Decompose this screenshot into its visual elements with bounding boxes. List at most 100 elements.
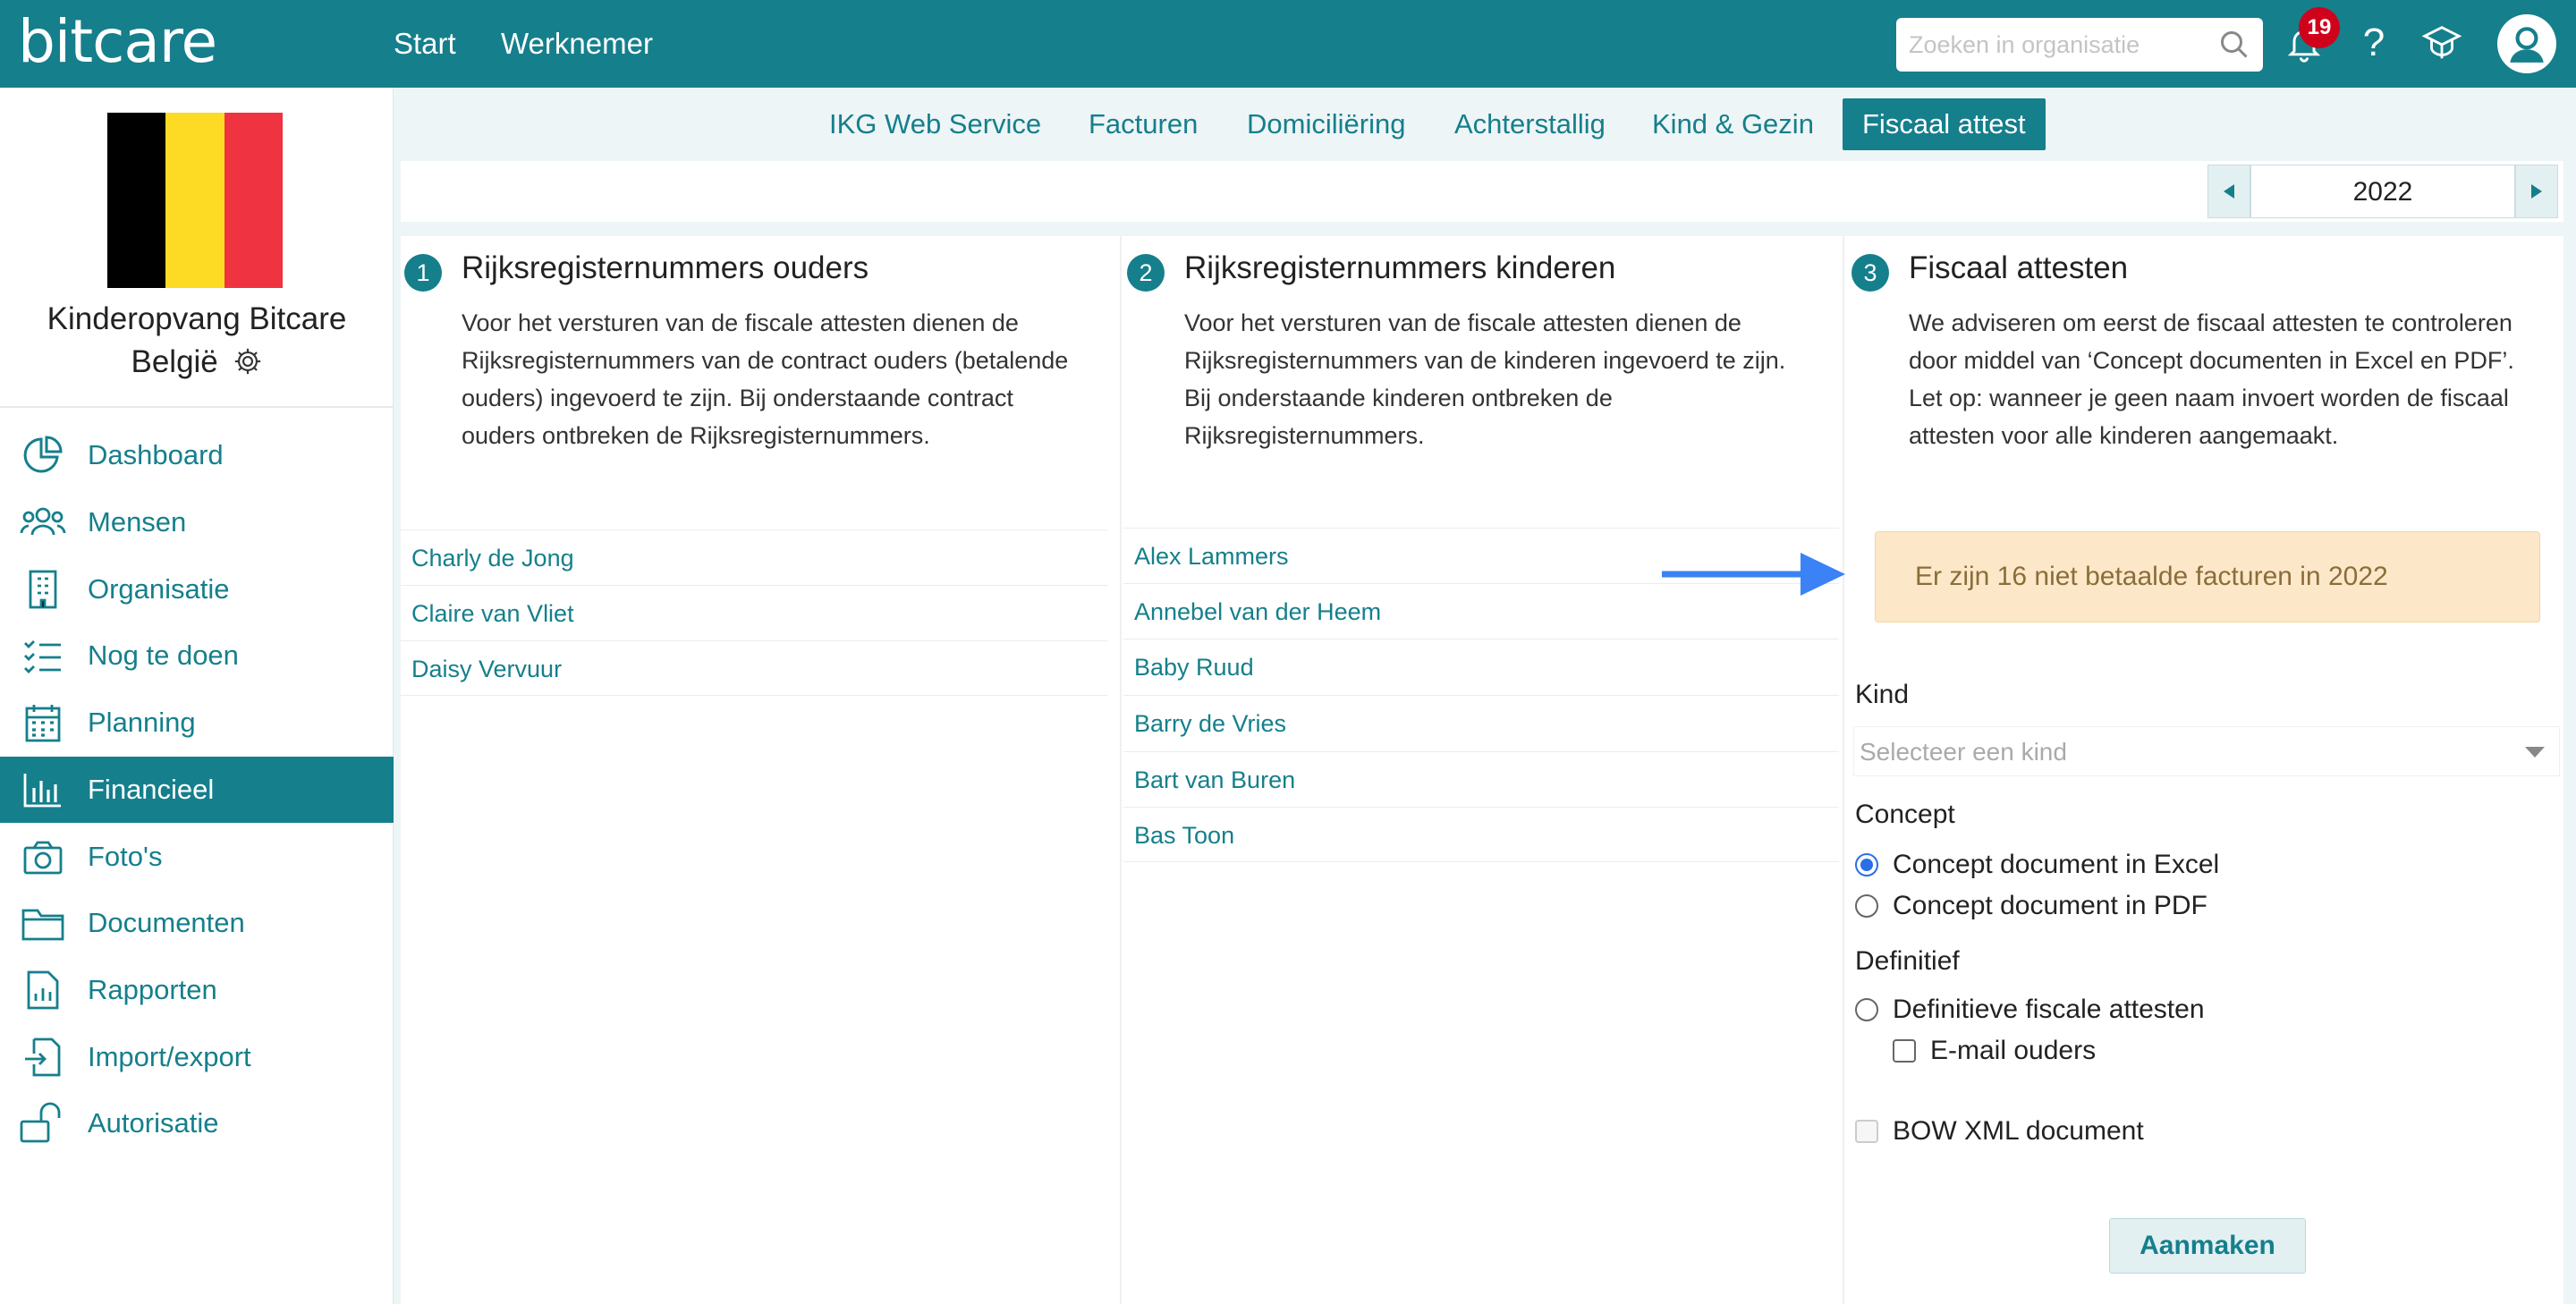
tab-domiciliering[interactable]: Domiciliëring [1234,98,1418,150]
list-item[interactable]: Bas Toon [1123,807,1839,862]
list-item[interactable]: Claire van Vliet [401,585,1107,640]
sidebar-item-label: Dashboard [88,439,224,470]
help-icon[interactable]: ? [2349,18,2399,68]
step-number: 2 [1127,254,1165,292]
concept-label: Concept [1855,800,1955,829]
search-icon[interactable] [2218,29,2250,61]
sidebar-item-nog-te-doen[interactable]: Nog te doen [0,622,394,689]
sidebar-item-organisatie[interactable]: Organisatie [0,556,394,622]
sidebar-item-fotos[interactable]: Foto's [0,824,394,890]
radio-button[interactable] [1855,998,1878,1021]
sidebar-item-rapporten[interactable]: Rapporten [0,957,394,1023]
search-input[interactable] [1896,18,2263,72]
sidebar-item-label: Financieel [88,774,215,805]
column-title: Rijksregisternummers kinderen [1184,250,1616,285]
caret-left-icon [2224,184,2234,199]
list-item[interactable]: Barry de Vries [1123,695,1839,750]
list-item[interactable]: Baby Ruud [1123,639,1839,694]
list-item[interactable]: Daisy Vervuur [401,640,1107,696]
checkbox [1855,1120,1878,1143]
next-year-button[interactable] [2515,165,2558,218]
radio-button[interactable] [1855,853,1878,876]
nav-werknemer[interactable]: Werknemer [501,27,653,61]
column-children: 2 Rijksregisternummers kinderen Voor het… [1123,236,1839,1304]
organisation-name: Kinderopvang Bitcare België [47,301,347,379]
kind-select[interactable]: Selecteer een kind [1853,726,2560,776]
email-parents-checkbox[interactable]: E-mail ouders [1893,1036,2096,1066]
unlock-icon [18,1098,68,1148]
radio-button[interactable] [1855,894,1878,918]
camera-icon [18,832,68,882]
organisation-country: België [131,344,218,379]
sidebar-item-label: Nog te doen [88,639,239,671]
column-parents: 1 Rijksregisternummers ouders Voor het v… [401,236,1116,1304]
tab-kind-en-gezin[interactable]: Kind & Gezin [1640,98,1826,150]
kind-select-placeholder: Selecteer een kind [1860,738,2067,766]
sidebar-item-label: Organisatie [88,573,230,605]
column-title: Rijksregisternummers ouders [462,250,869,285]
previous-year-button[interactable] [2207,165,2250,218]
avatar[interactable] [2497,14,2556,73]
step-number: 3 [1852,254,1889,292]
column-fiscal-attests: 3 Fiscaal attesten We adviseren om eerst… [1846,236,2562,1304]
checkbox[interactable] [1893,1039,1916,1063]
calendar-icon [18,698,68,748]
column-divider [1843,236,1844,1304]
aanmaken-button[interactable]: Aanmaken [2109,1218,2306,1274]
people-icon [18,497,68,547]
sidebar-item-label: Planning [88,707,196,738]
concept-excel-radio[interactable]: Concept document in Excel [1855,850,2219,880]
belgium-flag [107,113,283,288]
column-description: We adviseren om eerst de fiscaal atteste… [1909,309,2514,449]
nav-start[interactable]: Start [394,27,456,61]
fiscal-attest-panel: 1 Rijksregisternummers ouders Voor het v… [401,236,2563,1304]
sidebar-item-financieel[interactable]: Financieel [0,757,394,823]
year-value: 2022 [2250,165,2515,218]
bow-xml-checkbox: BOW XML document [1855,1116,2144,1147]
sidebar-item-dashboard[interactable]: Dashboard [0,422,394,488]
sidebar-item-label: Foto's [88,841,163,872]
sidebar-item-label: Autorisatie [88,1107,219,1139]
unpaid-invoices-alert: Er zijn 16 niet betaalde facturen in 202… [1875,531,2540,622]
sidebar-item-label: Rapporten [88,974,217,1005]
list-item[interactable]: Bart van Buren [1123,751,1839,807]
sidebar-item-autorisatie[interactable]: Autorisatie [0,1090,394,1156]
tab-fiscaal-attest[interactable]: Fiscaal attest [1843,98,2046,150]
main-area: IKG Web Service Facturen Domiciliëring A… [394,88,2576,1304]
tab-facturen[interactable]: Facturen [1076,98,1210,150]
building-icon [18,564,68,614]
top-bar: bitcare Start Werknemer 19 ? [0,0,2576,88]
sidebar-item-documenten[interactable]: Documenten [0,890,394,956]
concept-pdf-radio[interactable]: Concept document in PDF [1855,891,2207,921]
report-icon [18,965,68,1015]
sidebar-item-label: Documenten [88,907,245,938]
sidebar: Kinderopvang Bitcare België Dashboard Me… [0,88,394,1304]
arrow-right-icon [1662,553,1845,596]
column-title: Fiscaal attesten [1909,250,2129,285]
sidebar-item-label: Mensen [88,506,187,538]
kind-label: Kind [1855,680,1910,709]
sidebar-item-planning[interactable]: Planning [0,690,394,756]
list-item[interactable]: Charly de Jong [401,529,1107,585]
folder-icon [18,898,68,948]
notification-badge: 19 [2299,7,2340,48]
pie-chart-icon [18,430,68,480]
column-description: Voor het versturen van de fiscale attest… [1184,309,1786,449]
step-number: 1 [404,254,442,292]
tab-ikg-web-service[interactable]: IKG Web Service [817,98,1054,150]
bitcare-logo[interactable]: bitcare [18,7,217,76]
chevron-down-icon [2525,747,2545,758]
sidebar-item-label: Import/export [88,1041,251,1072]
gear-icon[interactable] [233,346,263,377]
column-divider [1120,236,1122,1304]
checklist-icon [18,631,68,681]
caret-right-icon [2531,184,2542,199]
sidebar-item-mensen[interactable]: Mensen [0,489,394,555]
tab-bar: IKG Web Service Facturen Domiciliëring A… [394,88,2576,161]
definitief-label: Definitief [1855,946,1960,976]
sidebar-item-import-export[interactable]: Import/export [0,1024,394,1090]
definitive-attests-radio[interactable]: Definitieve fiscale attesten [1855,995,2205,1025]
tab-achterstallig[interactable]: Achterstallig [1442,98,1618,150]
graduation-cap-icon[interactable] [2417,18,2467,68]
sidebar-divider [0,406,394,408]
